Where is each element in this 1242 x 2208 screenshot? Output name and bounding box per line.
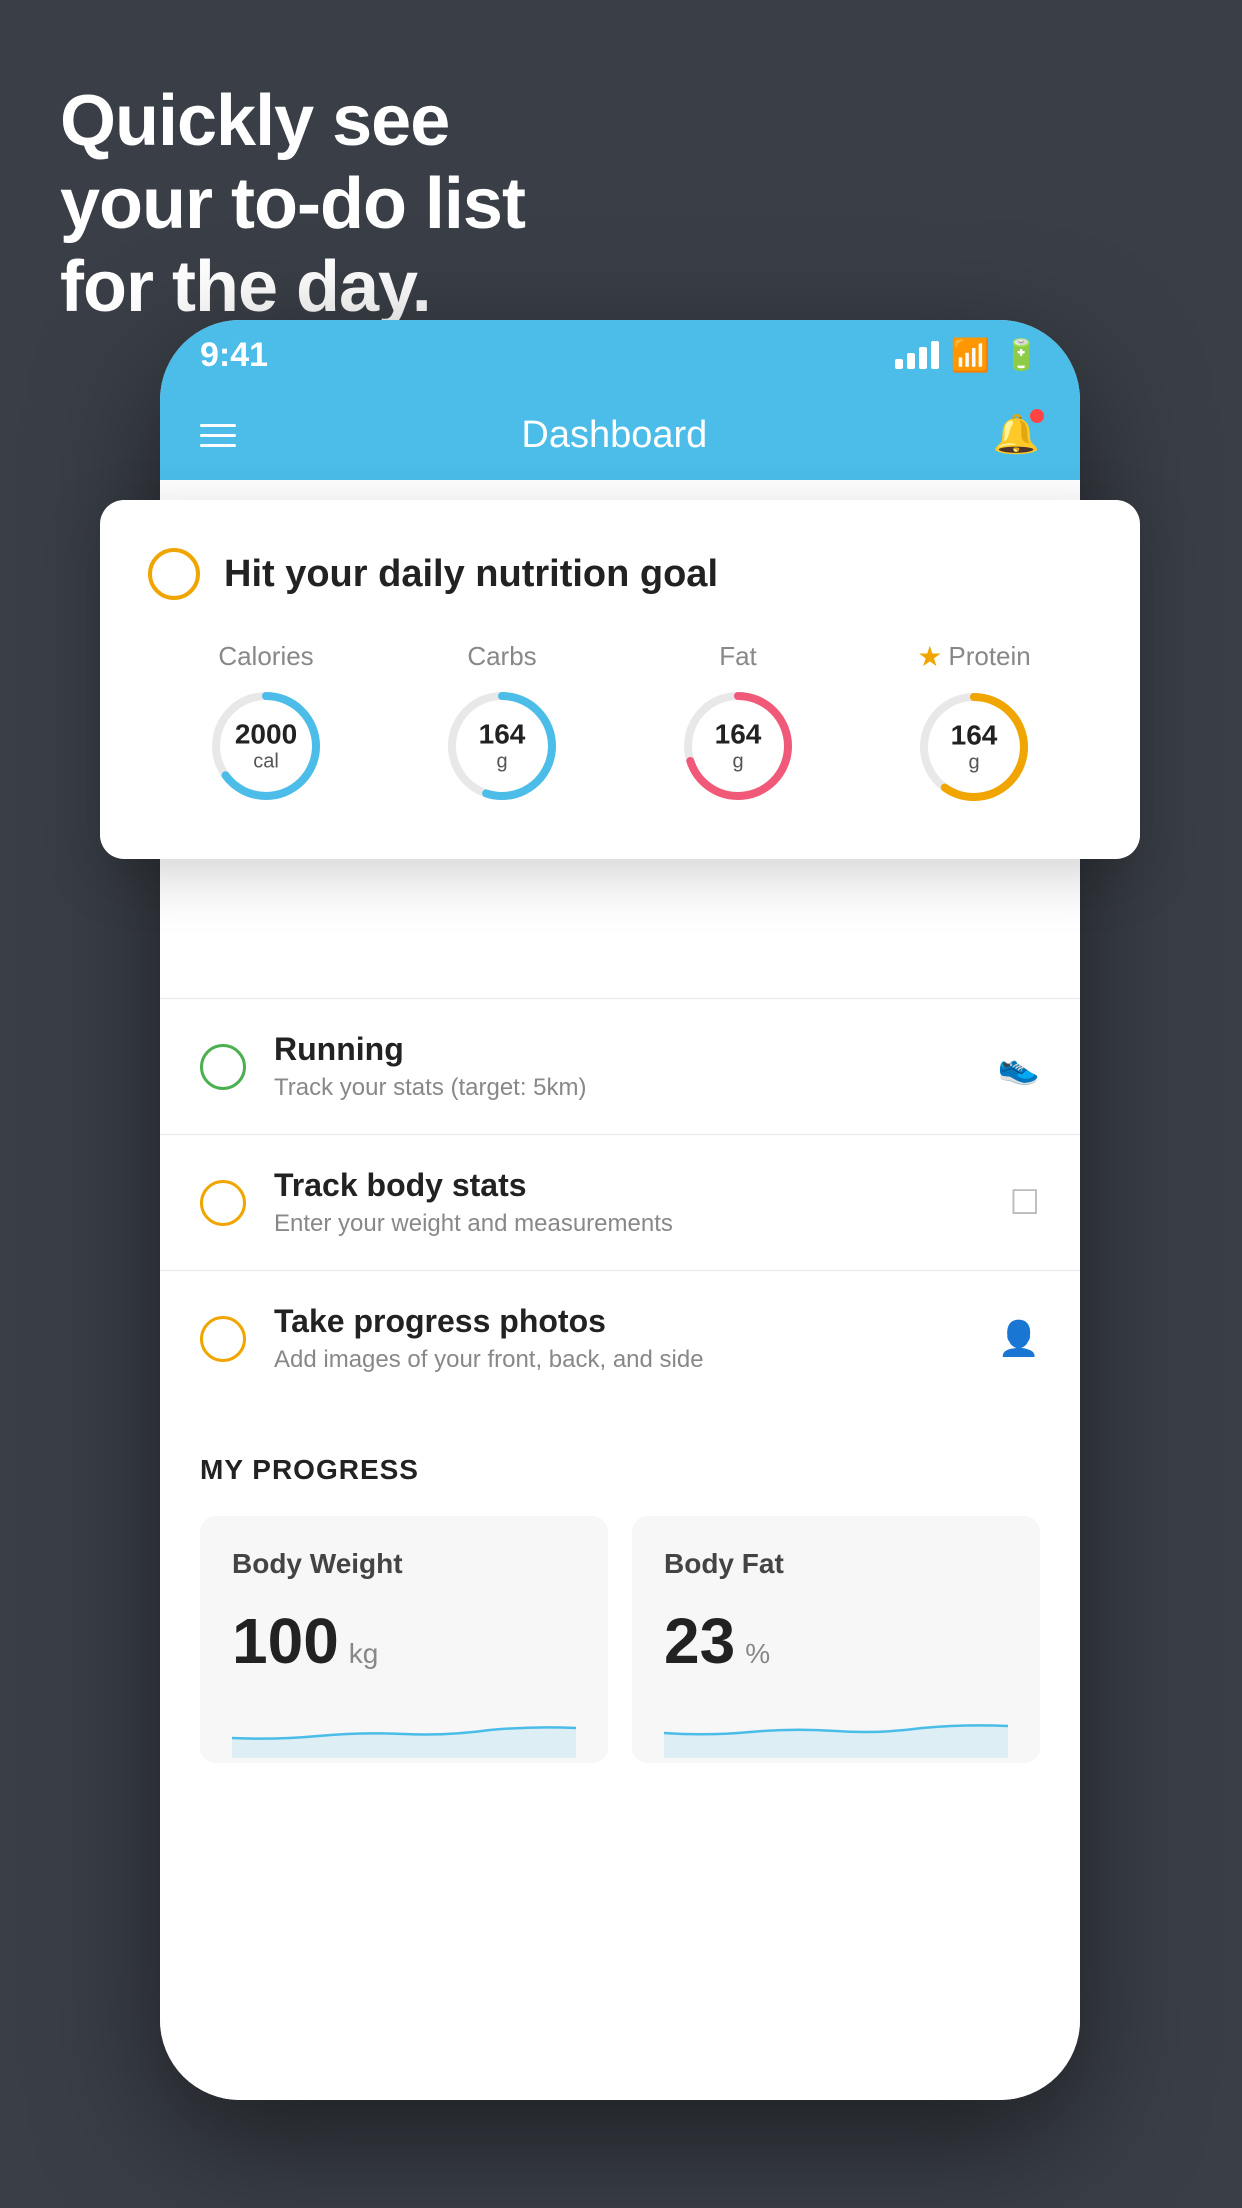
protein-value: 164 (951, 721, 998, 752)
nutrition-fat: Fat 164 g (678, 641, 798, 806)
body-fat-value: 23 % (664, 1604, 1008, 1678)
protein-ring: 164 g (914, 687, 1034, 807)
signal-icon (895, 341, 939, 369)
wifi-icon: 📶 (951, 336, 991, 374)
todo-text-photos: Take progress photos Add images of your … (274, 1303, 970, 1374)
nutrition-protein: ★ Protein 164 g (914, 640, 1034, 807)
scale-icon: ☐ (1010, 1183, 1040, 1223)
progress-cards: Body Weight 100 kg Body Fat 23 % (200, 1516, 1040, 1763)
card-check-circle (148, 548, 200, 600)
card-title: Hit your daily nutrition goal (224, 553, 718, 596)
progress-heading: MY PROGRESS (200, 1454, 1040, 1486)
fat-value: 164 (715, 720, 762, 751)
todo-item-body-stats[interactable]: Track body stats Enter your weight and m… (160, 1134, 1080, 1270)
calories-ring: 2000 cal (206, 686, 326, 806)
photo-icon: 👤 (998, 1319, 1040, 1359)
carbs-ring: 164 g (442, 686, 562, 806)
fat-ring: 164 g (678, 686, 798, 806)
todo-subtitle-photos: Add images of your front, back, and side (274, 1346, 970, 1374)
todo-subtitle-body-stats: Enter your weight and measurements (274, 1210, 982, 1238)
body-weight-value: 100 kg (232, 1604, 576, 1678)
todo-check-body-stats (200, 1180, 246, 1226)
todo-text-running: Running Track your stats (target: 5km) (274, 1031, 970, 1102)
hero-headline: Quickly see your to-do list for the day. (60, 80, 525, 328)
body-weight-number: 100 (232, 1604, 339, 1678)
carbs-value: 164 (479, 720, 526, 751)
nav-title: Dashboard (521, 414, 707, 457)
todo-item-photos[interactable]: Take progress photos Add images of your … (160, 1270, 1080, 1406)
hamburger-menu[interactable] (200, 424, 236, 447)
body-fat-card: Body Fat 23 % (632, 1516, 1040, 1763)
todo-title-body-stats: Track body stats (274, 1167, 982, 1204)
body-weight-unit: kg (349, 1638, 379, 1670)
battery-icon: 🔋 (1003, 338, 1040, 373)
calories-unit: cal (235, 750, 297, 772)
star-icon: ★ (917, 640, 942, 673)
fat-label: Fat (719, 641, 757, 672)
body-weight-title: Body Weight (232, 1548, 576, 1580)
todo-item-running[interactable]: Running Track your stats (target: 5km) 👟 (160, 998, 1080, 1134)
todo-check-running (200, 1044, 246, 1090)
todo-title-running: Running (274, 1031, 970, 1068)
todo-subtitle-running: Track your stats (target: 5km) (274, 1074, 970, 1102)
status-icons: 📶 🔋 (895, 336, 1040, 374)
todo-text-body-stats: Track body stats Enter your weight and m… (274, 1167, 982, 1238)
nutrition-card: Hit your daily nutrition goal Calories 2… (100, 500, 1140, 859)
carbs-unit: g (479, 750, 526, 772)
calories-value: 2000 (235, 720, 297, 751)
body-fat-title: Body Fat (664, 1548, 1008, 1580)
notifications-button[interactable]: 🔔 (993, 413, 1040, 457)
running-icon: 👟 (998, 1047, 1040, 1087)
body-fat-number: 23 (664, 1604, 735, 1678)
body-weight-card: Body Weight 100 kg (200, 1516, 608, 1763)
todo-check-photos (200, 1316, 246, 1362)
body-fat-chart (664, 1698, 1008, 1758)
body-weight-chart (232, 1698, 576, 1758)
calories-label: Calories (218, 641, 313, 672)
notification-dot (1030, 409, 1044, 423)
todo-title-photos: Take progress photos (274, 1303, 970, 1340)
protein-label: ★ Protein (917, 640, 1031, 673)
progress-section: MY PROGRESS Body Weight 100 kg Body Fat (160, 1406, 1080, 1763)
fat-unit: g (715, 750, 762, 772)
carbs-label: Carbs (467, 641, 536, 672)
body-fat-unit: % (745, 1638, 770, 1670)
todo-list: Running Track your stats (target: 5km) 👟… (160, 998, 1080, 1406)
card-header: Hit your daily nutrition goal (148, 548, 1092, 600)
status-bar: 9:41 📶 🔋 (160, 320, 1080, 390)
nav-bar: Dashboard 🔔 (160, 390, 1080, 480)
nutrition-calories: Calories 2000 cal (206, 641, 326, 806)
status-time: 9:41 (200, 336, 268, 375)
nutrition-carbs: Carbs 164 g (442, 641, 562, 806)
nutrition-row: Calories 2000 cal Carbs (148, 640, 1092, 807)
protein-unit: g (951, 751, 998, 773)
